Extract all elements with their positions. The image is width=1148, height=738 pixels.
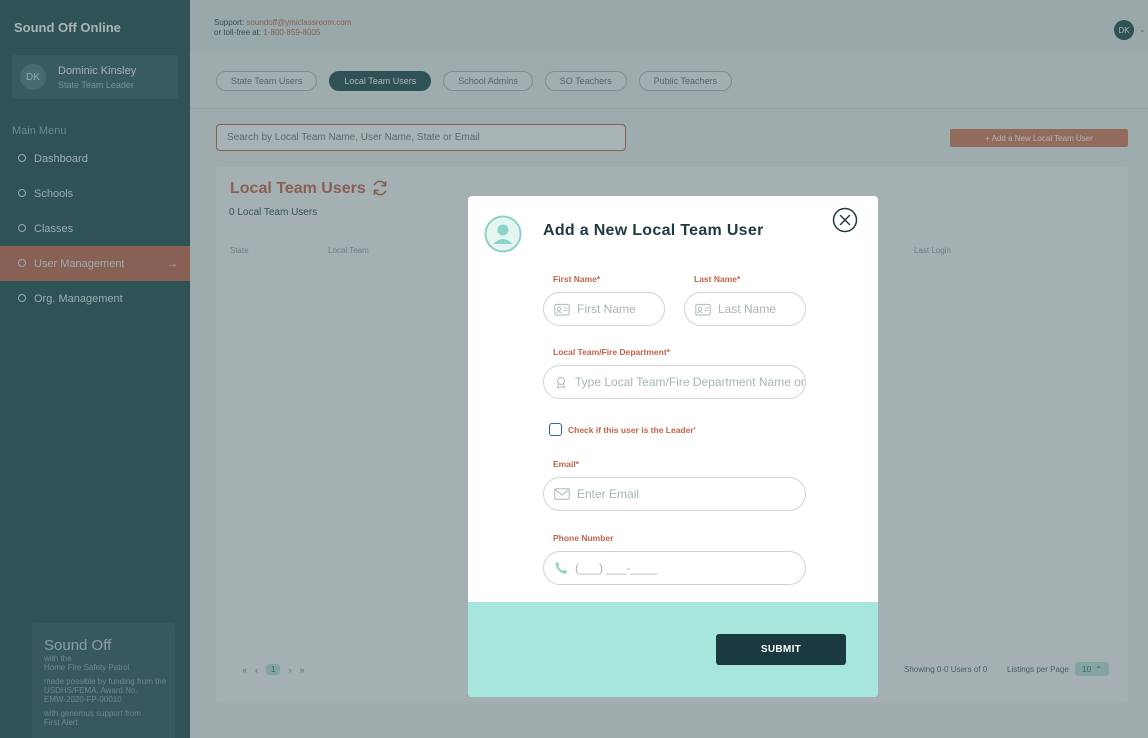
first-name-label: First Name* — [553, 274, 601, 284]
phone-icon — [555, 562, 567, 574]
leader-checkbox-row[interactable]: Check if this user is the Leader' — [549, 423, 696, 436]
modal-footer: SUBMIT — [468, 602, 878, 697]
last-name-field[interactable] — [684, 292, 806, 326]
id-card-icon — [554, 303, 570, 316]
user-circle-icon — [484, 215, 522, 253]
phone-label: Phone Number — [553, 533, 614, 543]
badge-icon — [556, 376, 566, 389]
modal-title: Add a New Local Team User — [543, 222, 764, 239]
first-name-field[interactable] — [543, 292, 665, 326]
email-input[interactable] — [577, 487, 805, 501]
local-team-field[interactable] — [543, 365, 806, 399]
local-team-input[interactable] — [575, 375, 805, 389]
add-user-modal: Add a New Local Team User First Name* La… — [468, 196, 878, 697]
phone-field[interactable] — [543, 551, 806, 585]
phone-input[interactable] — [575, 561, 805, 575]
email-field[interactable] — [543, 477, 806, 511]
leader-checkbox-label[interactable]: Check if this user is the Leader' — [568, 425, 696, 435]
local-team-label: Local Team/Fire Department* — [553, 347, 670, 357]
close-icon[interactable] — [832, 207, 858, 233]
last-name-input[interactable] — [718, 302, 805, 316]
id-card-icon — [695, 303, 711, 316]
last-name-label: Last Name* — [694, 274, 741, 284]
leader-checkbox[interactable] — [549, 423, 562, 436]
first-name-input[interactable] — [577, 302, 664, 316]
submit-button[interactable]: SUBMIT — [716, 634, 846, 665]
email-label: Email* — [553, 459, 579, 469]
mail-icon — [554, 488, 570, 500]
